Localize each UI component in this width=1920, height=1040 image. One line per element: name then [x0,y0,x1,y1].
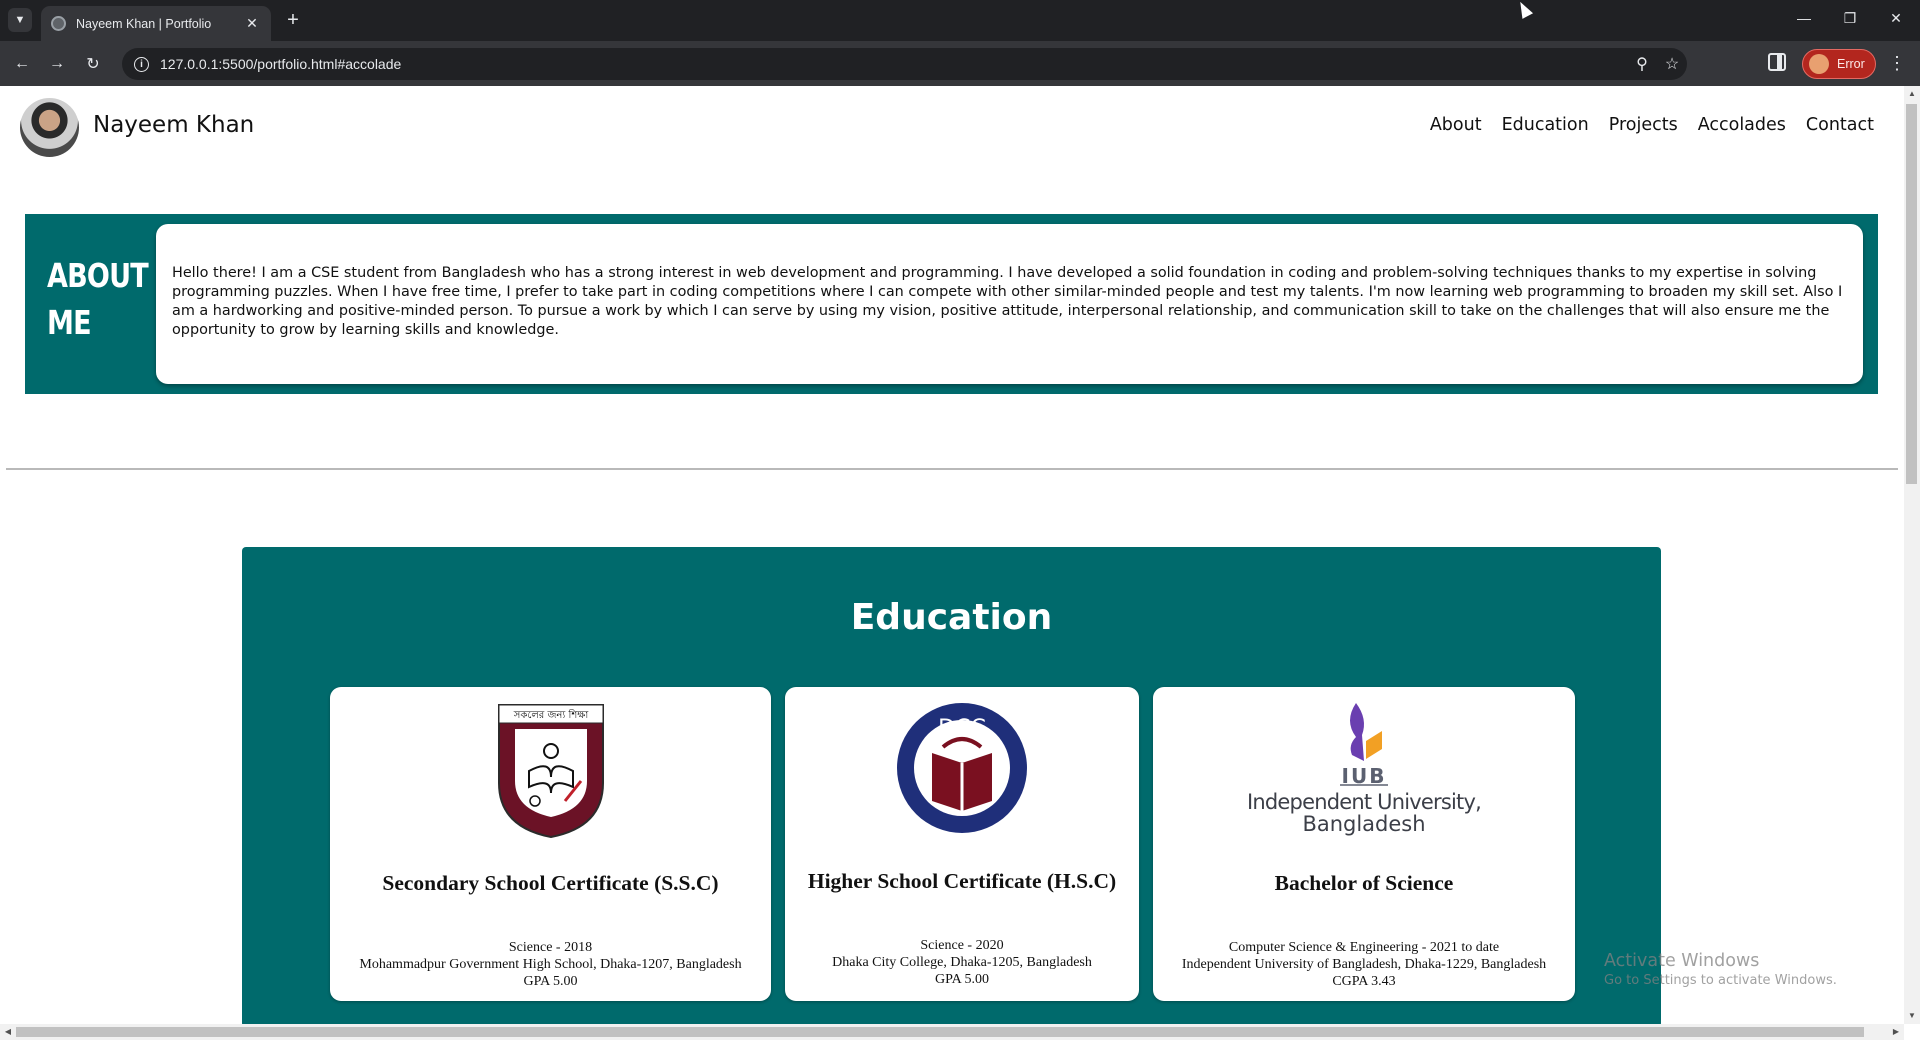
back-icon[interactable]: ← [9,51,35,77]
degree-title: Secondary School Certificate (S.S.C) [382,871,719,895]
about-text: Hello there! I am a CSE student from Ban… [172,265,1843,338]
plus-icon[interactable]: + [282,9,304,31]
url-text[interactable]: 127.0.0.1:5500/portfolio.html#accolade [160,56,1627,72]
window-close-icon[interactable]: ✕ [1886,10,1906,27]
education-card-bsc: IUB Independent University, Bangladesh B… [1153,687,1575,1001]
scroll-left-arrow-icon[interactable]: ◀ [0,1024,16,1040]
watermark-subtitle: Go to Settings to activate Windows. [1604,973,1837,988]
college-logo-icon: DCC [897,703,1027,833]
vertical-scroll-thumb[interactable] [1906,104,1917,484]
about-section: ABOUT ME Hello there! I am a CSE student… [25,214,1878,394]
close-icon[interactable]: ✕ [243,15,261,32]
profile-avatar [1809,54,1829,74]
side-panel-icon[interactable] [1768,53,1786,71]
profile-label: Error [1837,57,1865,71]
about-title: ABOUT ME [47,252,149,346]
scroll-up-arrow-icon[interactable]: ▲ [1904,86,1920,102]
profile-error-button[interactable]: Error [1802,49,1876,79]
degree-detail-line1: Science - 2020 [920,938,1004,953]
star-icon[interactable]: ☆ [1657,54,1687,74]
address-bar[interactable]: i 127.0.0.1:5500/portfolio.html#accolade… [122,48,1687,80]
degree-detail-line1: Computer Science & Engineering - 2021 to… [1228,940,1500,955]
about-card: Hello there! I am a CSE student from Ban… [156,224,1863,384]
education-card-hsc: DCC Higher School Certificate (H.S.C) Sc… [785,687,1139,1001]
scroll-down-arrow-icon[interactable]: ▼ [1904,1008,1920,1024]
avatar [20,98,79,157]
degree-detail-line3: CGPA 3.43 [1332,974,1396,989]
maximize-icon[interactable]: ❐ [1840,10,1860,27]
degree-title: Bachelor of Science [1274,871,1454,895]
browser-toolbar: ← → ↻ i 127.0.0.1:5500/portfolio.html#ac… [0,41,1920,86]
nav-link-projects[interactable]: Projects [1609,115,1678,135]
horizontal-scroll-thumb[interactable] [16,1027,1864,1037]
section-divider [6,468,1898,470]
degree-details: Science - 2018 Mohammadpur Government Hi… [330,939,771,990]
degree-details: Science - 2020 Dhaka City College, Dhaka… [785,937,1139,988]
watermark-title: Activate Windows [1604,951,1760,971]
degree-title: Higher School Certificate (H.S.C) [807,869,1117,893]
iub-logo-name-line1: Independent University, [1247,790,1481,814]
degree-detail-line2: Independent University of Bangladesh, Dh… [1181,957,1547,972]
scroll-right-arrow-icon[interactable]: ▶ [1888,1024,1904,1040]
nav-link-about[interactable]: About [1430,115,1482,135]
info-icon[interactable]: i [134,56,149,72]
more-menu-icon[interactable]: ⋮ [1888,53,1906,74]
degree-details: Computer Science & Engineering - 2021 to… [1153,939,1575,990]
about-title-line1: ABOUT [47,256,149,295]
ssc-logo-motto: সকলের জন্য শিক্ষা [512,709,589,721]
nav-link-education[interactable]: Education [1502,115,1589,135]
nav-link-contact[interactable]: Contact [1806,115,1874,135]
site-nav: About Education Projects Accolades Conta… [1430,115,1874,135]
degree-detail-line3: GPA 5.00 [523,974,578,989]
favicon-icon [51,16,66,31]
tab-list-icon[interactable]: ▼ [8,8,32,32]
about-title-line2: ME [47,303,92,342]
site-name: Nayeem Khan [93,112,255,138]
school-logo-icon: সকলের জন্য শিক্ষা [497,704,604,839]
education-card-ssc: সকলের জন্য শিক্ষা Secondary School Certi… [330,687,771,1001]
degree-detail-line2: Mohammadpur Government High School, Dhak… [359,957,742,972]
nav-link-accolades[interactable]: Accolades [1698,115,1786,135]
university-logo-icon: IUB Independent University, Bangladesh [1247,703,1482,836]
page-viewport: Nayeem Khan About Education Projects Acc… [0,86,1904,1024]
degree-detail-line2: Dhaka City College, Dhaka-1205, Banglade… [832,955,1092,970]
education-section: Education সকলের জন্য শিক্ষা Secondary Sc… [242,547,1661,1024]
reload-icon[interactable]: ↻ [80,51,106,77]
browser-tab-bar: ▼ Nayeem Khan | Portfolio ✕ + — ❐ ✕ [0,0,1920,41]
zoom-icon[interactable]: ⚲ [1627,54,1657,74]
browser-tab[interactable]: Nayeem Khan | Portfolio ✕ [41,6,271,41]
iub-logo-name-line2: Bangladesh [1302,812,1425,836]
degree-detail-line1: Science - 2018 [508,940,593,955]
site-header: Nayeem Khan About Education Projects Acc… [0,86,1904,176]
education-heading: Education [850,597,1053,638]
minimize-icon[interactable]: — [1794,10,1814,26]
forward-icon[interactable]: → [44,51,70,77]
tab-title: Nayeem Khan | Portfolio [76,16,212,31]
degree-detail-line3: GPA 5.00 [935,972,989,987]
activate-windows-watermark: Activate Windows Go to Settings to activ… [1604,951,1837,988]
